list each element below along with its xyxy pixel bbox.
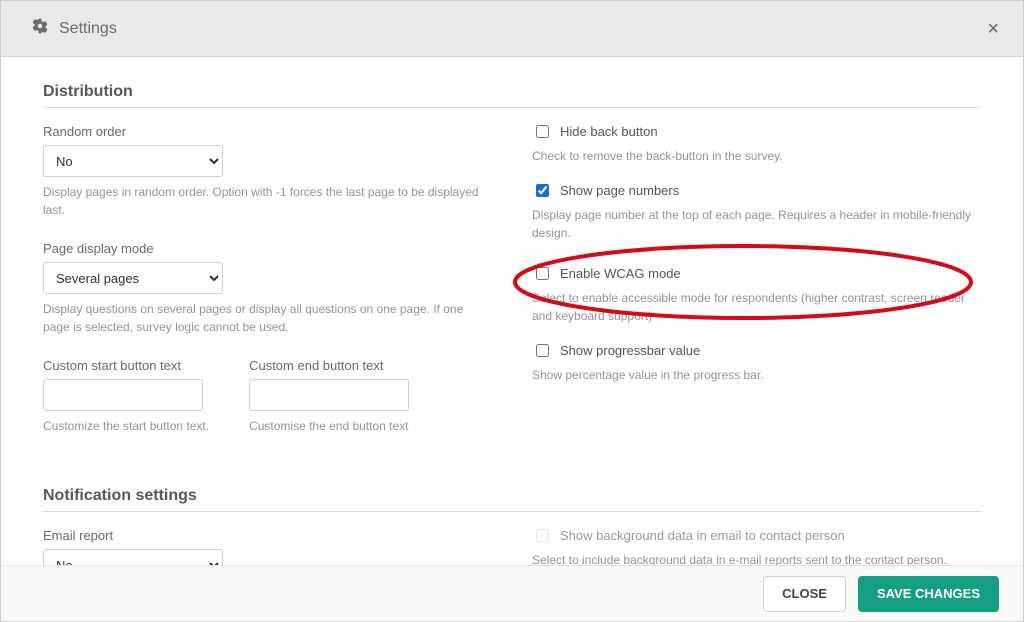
help-random-order: Display pages in random order. Option wi… bbox=[43, 183, 492, 219]
subfield-custom-start: Custom start button text Customize the s… bbox=[43, 358, 209, 435]
section-heading-distribution: Distribution bbox=[43, 83, 981, 108]
dialog-title-wrap: Settings bbox=[31, 17, 117, 40]
distribution-left: Random order No Display pages in random … bbox=[43, 124, 492, 457]
help-show-page-numbers: Display page number at the top of each p… bbox=[532, 206, 981, 242]
field-wcag: Enable WCAG mode Select to enable access… bbox=[532, 260, 981, 325]
select-email-report[interactable]: No bbox=[43, 549, 223, 565]
field-custom-buttons: Custom start button text Customize the s… bbox=[43, 358, 492, 435]
checkbox-bg-contact[interactable] bbox=[536, 529, 549, 542]
label-wcag: Enable WCAG mode bbox=[560, 266, 681, 281]
section-heading-notification: Notification settings bbox=[43, 487, 981, 512]
save-changes-button[interactable]: SAVE CHANGES bbox=[858, 576, 999, 612]
dialog-title: Settings bbox=[59, 20, 117, 38]
checkbox-show-page-numbers[interactable] bbox=[536, 184, 549, 197]
label-email-report: Email report bbox=[43, 528, 492, 543]
gear-icon bbox=[31, 17, 49, 40]
field-hide-back: Hide back button Check to remove the bac… bbox=[532, 124, 981, 165]
label-hide-back: Hide back button bbox=[560, 124, 658, 139]
checkbox-wcag[interactable] bbox=[536, 267, 549, 280]
notification-right: Show background data in email to contact… bbox=[532, 528, 981, 565]
field-progressbar: Show progressbar value Show percentage v… bbox=[532, 343, 981, 384]
help-progressbar: Show percentage value in the progress ba… bbox=[532, 366, 981, 384]
check-progressbar[interactable]: Show progressbar value bbox=[532, 343, 981, 360]
field-show-page-numbers: Show page numbers Display page number at… bbox=[532, 183, 981, 242]
input-custom-end[interactable] bbox=[249, 379, 409, 411]
help-bg-contact: Select to include background data in e-m… bbox=[532, 551, 981, 565]
field-bg-contact: Show background data in email to contact… bbox=[532, 528, 981, 565]
checkbox-hide-back[interactable] bbox=[536, 125, 549, 138]
dialog-body[interactable]: Distribution Random order No Display pag… bbox=[15, 57, 1009, 565]
input-custom-start[interactable] bbox=[43, 379, 203, 411]
dialog-footer: CLOSE SAVE CHANGES bbox=[1, 565, 1023, 621]
dialog-header: Settings × bbox=[1, 1, 1023, 57]
label-random-order: Random order bbox=[43, 124, 492, 139]
close-button[interactable]: CLOSE bbox=[763, 576, 846, 612]
notification-left: Email report No Send a notification when… bbox=[43, 528, 492, 565]
label-show-page-numbers: Show page numbers bbox=[560, 183, 679, 198]
check-wcag[interactable]: Enable WCAG mode bbox=[532, 266, 981, 283]
settings-dialog: Settings × Distribution Random order No … bbox=[0, 0, 1024, 622]
field-page-display-mode: Page display mode Several pages Display … bbox=[43, 241, 492, 336]
check-bg-contact[interactable]: Show background data in email to contact… bbox=[532, 528, 981, 545]
field-random-order: Random order No Display pages in random … bbox=[43, 124, 492, 219]
help-custom-end: Customise the end button text bbox=[249, 417, 409, 435]
label-progressbar: Show progressbar value bbox=[560, 343, 700, 358]
check-show-page-numbers[interactable]: Show page numbers bbox=[532, 183, 981, 200]
field-email-report: Email report No Send a notification when… bbox=[43, 528, 492, 565]
label-custom-start: Custom start button text bbox=[43, 358, 209, 373]
checkbox-progressbar[interactable] bbox=[536, 344, 549, 357]
select-random-order[interactable]: No bbox=[43, 145, 223, 177]
subfield-custom-end: Custom end button text Customise the end… bbox=[249, 358, 409, 435]
label-page-display-mode: Page display mode bbox=[43, 241, 492, 256]
help-hide-back: Check to remove the back-button in the s… bbox=[532, 147, 981, 165]
label-bg-contact: Show background data in email to contact… bbox=[560, 528, 845, 543]
select-page-display-mode[interactable]: Several pages bbox=[43, 262, 223, 294]
distribution-columns: Random order No Display pages in random … bbox=[43, 124, 981, 457]
close-icon[interactable]: × bbox=[987, 1, 999, 57]
notification-columns: Email report No Send a notification when… bbox=[43, 528, 981, 565]
help-custom-start: Customize the start button text. bbox=[43, 417, 209, 435]
check-hide-back[interactable]: Hide back button bbox=[532, 124, 981, 141]
help-wcag: Select to enable accessible mode for res… bbox=[532, 289, 981, 325]
distribution-right: Hide back button Check to remove the bac… bbox=[532, 124, 981, 457]
dialog-body-wrap: Distribution Random order No Display pag… bbox=[1, 57, 1023, 565]
label-custom-end: Custom end button text bbox=[249, 358, 409, 373]
help-page-display-mode: Display questions on several pages or di… bbox=[43, 300, 492, 336]
